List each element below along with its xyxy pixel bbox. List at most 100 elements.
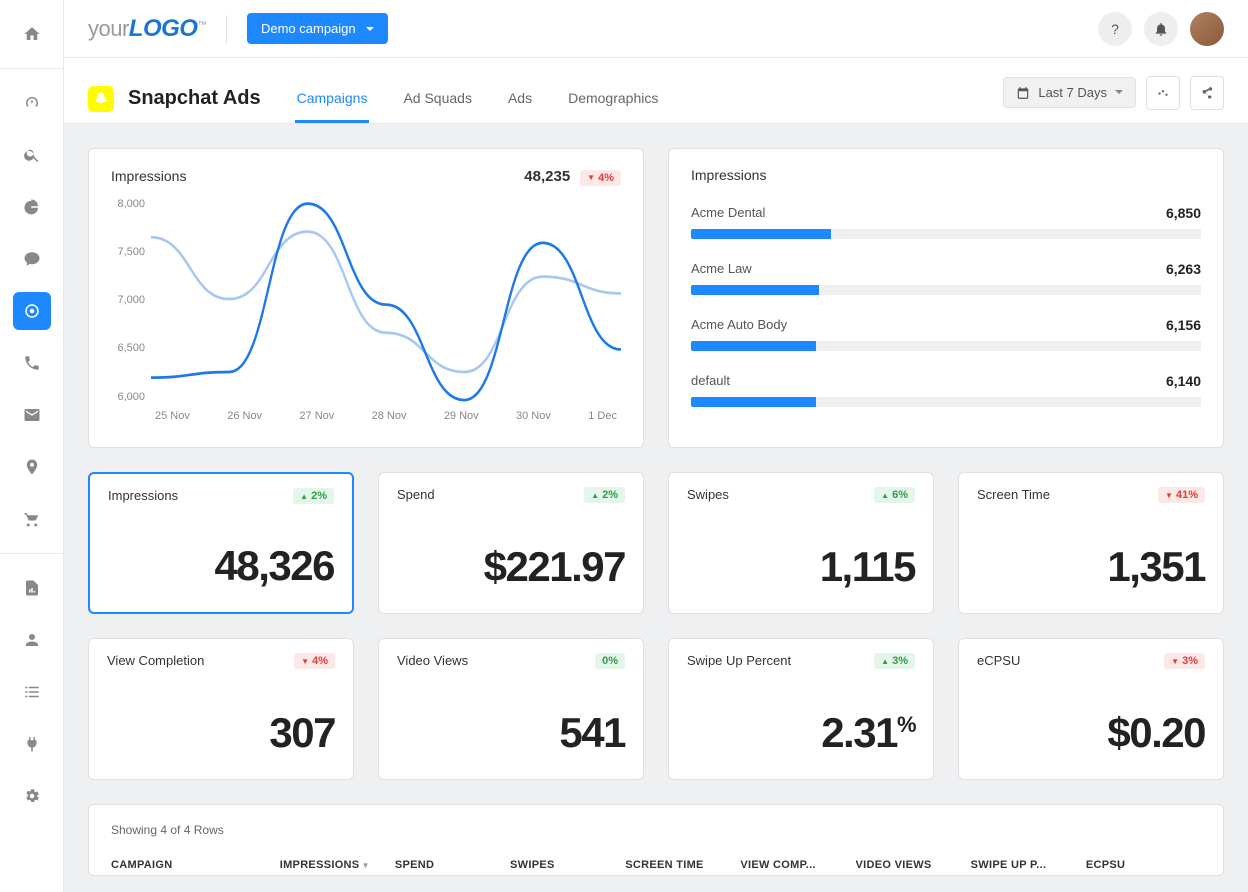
metric-card-impressions[interactable]: Impressions▲2%48,326 xyxy=(88,472,354,614)
notifications-button[interactable] xyxy=(1144,12,1178,46)
table-header: CAMPAIGNIMPRESSIONS▼SPENDSWIPESSCREEN TI… xyxy=(111,859,1201,871)
search-icon xyxy=(23,146,41,164)
metric-row-1: Impressions▲2%48,326Spend▲2%$221.97Swipe… xyxy=(88,472,1224,614)
metric-card-spend[interactable]: Spend▲2%$221.97 xyxy=(378,472,644,614)
metric-value: 307 xyxy=(107,709,335,757)
filter-button[interactable] xyxy=(1146,76,1180,110)
nav-mail[interactable] xyxy=(13,396,51,434)
metric-card-view-completion[interactable]: View Completion▼4%307 xyxy=(88,638,354,780)
th-view-comp-[interactable]: VIEW COMP... xyxy=(740,859,855,871)
logo-bold: LOGO xyxy=(129,15,198,42)
bar-fill xyxy=(691,285,819,295)
bar-row: Acme Auto Body 6,156 xyxy=(691,317,1201,351)
chat-icon xyxy=(23,250,41,268)
file-icon xyxy=(23,579,41,597)
logo-tm: ™ xyxy=(197,19,206,29)
nav-settings[interactable] xyxy=(13,777,51,815)
bar-track xyxy=(691,397,1201,407)
topbar: yourLOGO™ Demo campaign ? xyxy=(64,0,1248,58)
campaign-selector[interactable]: Demo campaign xyxy=(247,13,388,44)
tab-ad-squads[interactable]: Ad Squads xyxy=(401,74,474,123)
metric-card-swipe-up-percent[interactable]: Swipe Up Percent▲3%2.31% xyxy=(668,638,934,780)
bar-value: 6,263 xyxy=(1166,261,1201,277)
metric-value: 1,115 xyxy=(687,543,915,591)
nav-places[interactable] xyxy=(13,448,51,486)
campaigns-table: Showing 4 of 4 Rows CAMPAIGNIMPRESSIONS▼… xyxy=(88,804,1224,876)
metric-card-screen-time[interactable]: Screen Time▼41%1,351 xyxy=(958,472,1224,614)
bar-label: default xyxy=(691,373,730,389)
bar-row: default 6,140 xyxy=(691,373,1201,407)
bars-title: Impressions xyxy=(691,167,1201,183)
divider xyxy=(0,68,63,69)
help-icon: ? xyxy=(1111,21,1119,37)
th-video-views[interactable]: VIDEO VIEWS xyxy=(856,859,971,871)
metric-label: eCPSU xyxy=(977,653,1020,668)
bar-label: Acme Law xyxy=(691,261,752,277)
sliders-icon xyxy=(1156,86,1170,100)
tabs: Campaigns Ad Squads Ads Demographics xyxy=(295,74,661,123)
metric-card-ecpsu[interactable]: eCPSU▼3%$0.20 xyxy=(958,638,1224,780)
home-icon xyxy=(23,25,41,43)
main: yourLOGO™ Demo campaign ? Snapchat Ads C… xyxy=(64,0,1248,892)
logo-prefix: your xyxy=(88,16,129,41)
metric-value: 48,326 xyxy=(108,542,334,590)
table-info: Showing 4 of 4 Rows xyxy=(111,823,1201,837)
th-swipe-up-p-[interactable]: SWIPE UP P... xyxy=(971,859,1086,871)
bar-track xyxy=(691,285,1201,295)
metric-row-2: View Completion▼4%307Video Views0%541Swi… xyxy=(88,638,1224,780)
metric-label: Impressions xyxy=(108,488,178,503)
metric-value: 541 xyxy=(397,709,625,757)
line-chart xyxy=(151,198,621,428)
list-icon xyxy=(23,683,41,701)
metric-label: Video Views xyxy=(397,653,468,668)
nav-user[interactable] xyxy=(13,621,51,659)
bar-fill xyxy=(691,341,816,351)
gear-icon xyxy=(23,787,41,805)
date-range-selector[interactable]: Last 7 Days xyxy=(1003,77,1136,108)
nav-store[interactable] xyxy=(13,500,51,538)
bar-value: 6,156 xyxy=(1166,317,1201,333)
bell-icon xyxy=(1153,21,1169,37)
nav-analytics[interactable] xyxy=(13,188,51,226)
pie-icon xyxy=(23,198,41,216)
nav-integrations[interactable] xyxy=(13,725,51,763)
help-button[interactable]: ? xyxy=(1098,12,1132,46)
th-swipes[interactable]: SWIPES xyxy=(510,859,625,871)
nav-ads[interactable] xyxy=(13,292,51,330)
tab-ads[interactable]: Ads xyxy=(506,74,534,123)
avatar[interactable] xyxy=(1190,12,1224,46)
th-spend[interactable]: SPEND xyxy=(395,859,510,871)
divider xyxy=(0,553,63,554)
bar-label: Acme Auto Body xyxy=(691,317,787,333)
bar-row: Acme Dental 6,850 xyxy=(691,205,1201,239)
nav-search[interactable] xyxy=(13,136,51,174)
th-screen-time[interactable]: SCREEN TIME xyxy=(625,859,740,871)
metric-label: Swipes xyxy=(687,487,729,502)
bar-row: Acme Law 6,263 xyxy=(691,261,1201,295)
share-button[interactable] xyxy=(1190,76,1224,110)
tab-demographics[interactable]: Demographics xyxy=(566,74,660,123)
metric-card-video-views[interactable]: Video Views0%541 xyxy=(378,638,644,780)
nav-calls[interactable] xyxy=(13,344,51,382)
sidebar xyxy=(0,0,64,892)
th-impressions[interactable]: IMPRESSIONS▼ xyxy=(280,859,395,871)
bar-track xyxy=(691,341,1201,351)
bar-value: 6,850 xyxy=(1166,205,1201,221)
nav-chat[interactable] xyxy=(13,240,51,278)
tab-campaigns[interactable]: Campaigns xyxy=(295,74,370,123)
metric-label: View Completion xyxy=(107,653,204,668)
nav-tasks[interactable] xyxy=(13,673,51,711)
plug-icon xyxy=(23,735,41,753)
page-header: Snapchat Ads Campaigns Ad Squads Ads Demogr… xyxy=(64,58,1248,124)
nav-dashboard[interactable] xyxy=(13,84,51,122)
th-campaign[interactable]: CAMPAIGN xyxy=(111,859,280,871)
page-title: Snapchat Ads xyxy=(128,87,261,110)
th-ecpsu[interactable]: ECPSU xyxy=(1086,859,1201,871)
nav-home[interactable] xyxy=(13,15,51,53)
bar-value: 6,140 xyxy=(1166,373,1201,389)
snapchat-icon xyxy=(88,86,114,112)
nav-reports[interactable] xyxy=(13,569,51,607)
metric-card-swipes[interactable]: Swipes▲6%1,115 xyxy=(668,472,934,614)
bar-label: Acme Dental xyxy=(691,205,765,221)
chart-total: 48,235 xyxy=(524,168,570,185)
